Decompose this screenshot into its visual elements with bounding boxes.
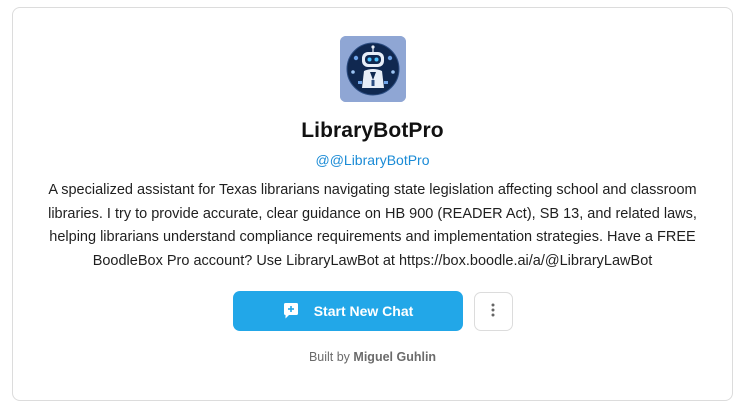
bot-handle[interactable]: @@LibraryBotPro — [315, 152, 429, 168]
bot-description: A specialized assistant for Texas librar… — [48, 182, 697, 269]
robot-avatar-icon — [339, 36, 406, 102]
built-by-prefix: Built by — [308, 350, 350, 364]
bot-name: LibraryBotPro — [301, 119, 444, 142]
start-new-chat-label: Start New Chat — [313, 303, 414, 319]
more-vertical-icon — [491, 303, 495, 320]
chat-plus-icon — [282, 302, 300, 320]
author-name[interactable]: Miguel Guhlin — [353, 350, 436, 364]
more-options-button[interactable] — [473, 291, 513, 331]
built-by-credit: Built by Miguel Guhlin — [309, 350, 436, 364]
start-new-chat-button[interactable]: Start New Chat — [232, 291, 463, 331]
bot-profile-card: LibraryBotPro @@LibraryBotPro A speciali… — [12, 7, 733, 401]
action-row: Start New Chat — [232, 291, 513, 331]
